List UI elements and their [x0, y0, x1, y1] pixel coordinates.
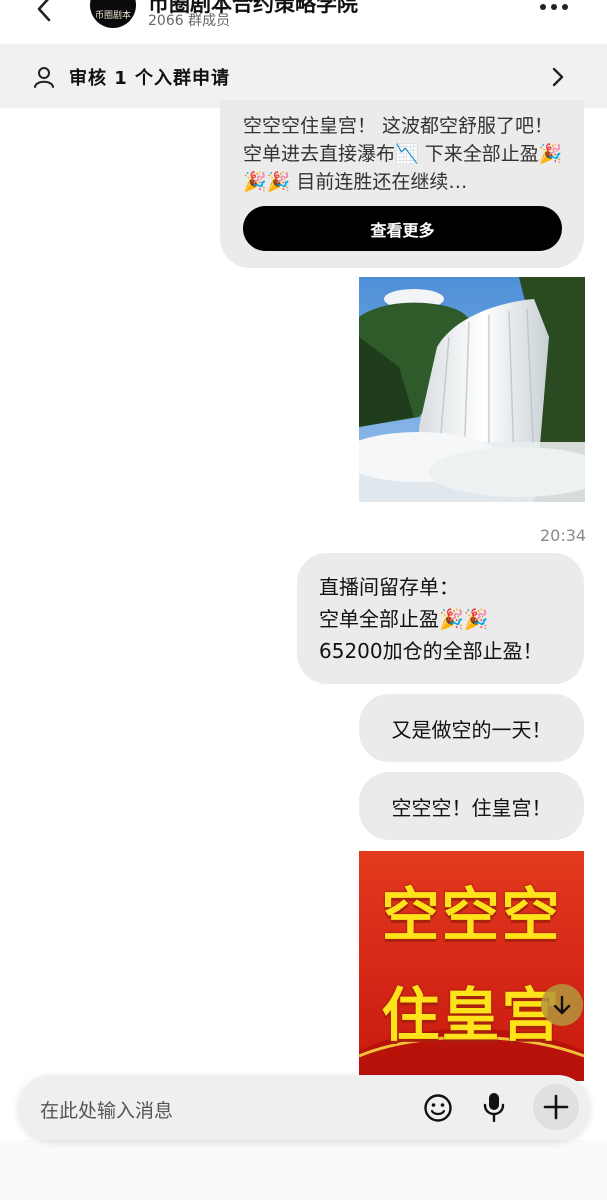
- banner-text: 审核 1 个入群申请: [69, 68, 231, 89]
- view-more-button[interactable]: 查看更多: [243, 206, 562, 251]
- avatar-text: 币圈剧本: [94, 11, 131, 21]
- chevron-right-icon: [552, 67, 564, 87]
- group-avatar[interactable]: 币圈剧本: [90, 0, 136, 28]
- scroll-to-bottom-button[interactable]: [541, 984, 583, 1026]
- arrow-down-icon: [553, 995, 571, 1015]
- plus-icon: [543, 1094, 569, 1120]
- message-input[interactable]: 在此处输入消息: [40, 1096, 173, 1123]
- message-bubble[interactable]: 又是做空的一天！: [359, 694, 584, 762]
- message-bubble[interactable]: 直播间留存单： 空单全部止盈🎉🎉 65200加仓的全部止盈！: [297, 553, 584, 684]
- emoji-icon[interactable]: [423, 1093, 453, 1123]
- card-text: 空空空住皇宫！ 这波都空舒服了吧！ 空单进去直接瀑布📉 下来全部止盈🎉🎉🎉 目前…: [243, 115, 563, 193]
- back-arrow-icon[interactable]: [30, 0, 60, 24]
- message-timestamp: 20:34: [540, 526, 587, 545]
- microphone-icon[interactable]: [481, 1091, 507, 1123]
- poster-text: 空空空: [381, 881, 562, 949]
- person-icon: [34, 67, 54, 88]
- join-request-banner[interactable]: 审核 1 个入群申请: [0, 44, 607, 108]
- member-count: 2066 群成员: [148, 13, 231, 29]
- add-attachment-button[interactable]: [533, 1084, 579, 1130]
- more-dots-icon[interactable]: [540, 0, 576, 14]
- bottom-background: [0, 1140, 607, 1200]
- message-line: 空单全部止盈🎉🎉: [319, 607, 489, 631]
- chat-header: 币圈剧本 币圈剧本合约策略学院 2066 群成员: [0, 0, 607, 44]
- message-text: 空空空！住皇宫！: [391, 795, 552, 820]
- waterfall-image[interactable]: [359, 277, 585, 502]
- message-text: 又是做空的一天！: [391, 717, 552, 742]
- message-bubble[interactable]: 空空空！住皇宫！: [359, 772, 584, 840]
- message-line: 65200加仓的全部止盈！: [319, 639, 543, 663]
- message-line: 直播间留存单：: [319, 575, 459, 599]
